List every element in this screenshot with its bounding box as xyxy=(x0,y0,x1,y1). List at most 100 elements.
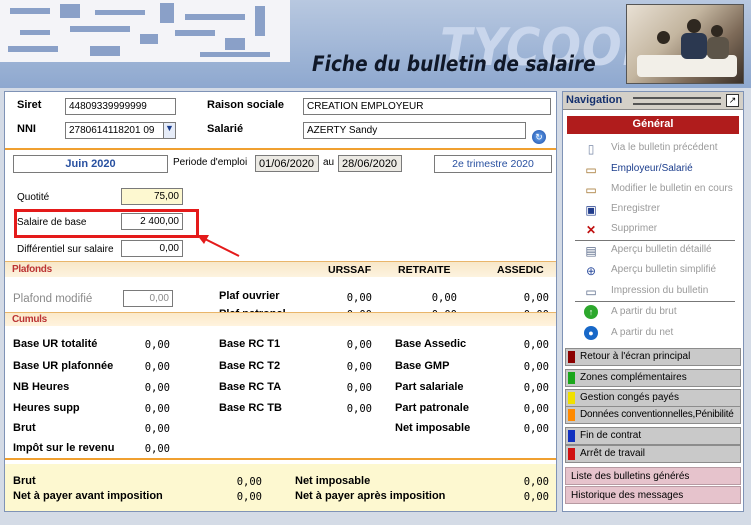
nav-item-supprimer[interactable]: Supprimer xyxy=(611,223,657,234)
nav-liste-bulletins[interactable]: Liste des bulletins générés xyxy=(565,467,741,485)
nav-item-apercu-simplifie[interactable]: Aperçu bulletin simplifié xyxy=(611,264,716,275)
cumul-label: Base RC TA xyxy=(219,381,282,393)
end-date-field[interactable]: 28/06/2020 xyxy=(338,155,402,172)
payslip-form: Siret 44809339999999 NNI 2780614118201 0… xyxy=(4,91,557,512)
nav-title: Navigation xyxy=(566,94,623,106)
total-brut-label: Brut xyxy=(13,475,36,487)
cumul-label: NB Heures xyxy=(13,381,70,393)
plaf-ouvrier-assedic: 0,00 xyxy=(523,292,549,304)
nav-item-employeur-salarie[interactable]: Employeur/Salarié xyxy=(611,163,693,174)
nav-item-impression[interactable]: Impression du bulletin xyxy=(611,285,708,296)
plaf-ouvrier-label: Plaf ouvrier xyxy=(219,290,280,302)
cumul-label: Base RC TB xyxy=(219,402,282,414)
net-avant-value: 0,00 xyxy=(236,491,262,503)
nni-field[interactable]: 2780614118201 09 xyxy=(65,122,164,139)
nav-item-partir-brut[interactable]: A partir du brut xyxy=(611,306,677,317)
cumul-label: Part salariale xyxy=(395,381,464,393)
cumul-label: Base Assedic xyxy=(395,338,467,350)
raison-label: Raison sociale xyxy=(207,99,285,111)
nav-item-enregistrer[interactable]: Enregistrer xyxy=(611,203,660,214)
plafonds-title: Plafonds xyxy=(12,264,52,275)
refresh-icon[interactable]: ↻ xyxy=(532,130,546,144)
expand-icon[interactable]: ↗ xyxy=(726,94,739,107)
net-apres-value: 0,00 xyxy=(523,491,549,503)
emploi-label: Periode d'emploi xyxy=(173,157,248,168)
cumul-value: 0,00 xyxy=(523,361,549,373)
cumul-value: 0,00 xyxy=(346,361,372,373)
cumul-value: 0,00 xyxy=(523,382,549,394)
header-photo xyxy=(626,4,744,84)
printer-icon: ▭ xyxy=(585,163,597,177)
nav-item-apercu-detaille[interactable]: Aperçu bulletin détaillé xyxy=(611,244,712,255)
zoom-icon: ⊕ xyxy=(585,264,597,278)
start-date-field[interactable]: 01/06/2020 xyxy=(255,155,319,172)
cumul-label: Impôt sur le revenu xyxy=(13,442,115,454)
differentiel-field[interactable]: 0,00 xyxy=(121,240,183,257)
cumul-value: 0,00 xyxy=(144,423,170,435)
quotite-field[interactable]: 75,00 xyxy=(121,188,183,205)
blue-circle-icon: ● xyxy=(584,326,598,340)
cumul-value: 0,00 xyxy=(346,403,372,415)
siret-field[interactable]: 44809339999999 xyxy=(65,98,176,115)
cumul-value: 0,00 xyxy=(144,403,170,415)
raison-field[interactable]: CREATION EMPLOYEUR xyxy=(303,98,551,115)
nav-group-donnees[interactable]: Données conventionnelles,Pénibilité xyxy=(565,406,741,424)
nav-group-zones[interactable]: Zones complémentaires xyxy=(565,369,741,387)
cumul-label: Base UR totalité xyxy=(13,338,98,350)
cumul-value: 0,00 xyxy=(144,382,170,394)
cumul-label: Net imposable xyxy=(395,422,471,434)
nav-group-retour[interactable]: Retour à l'écran principal xyxy=(565,348,741,366)
annotation-arrow-icon xyxy=(197,235,240,257)
page-title: Fiche du bulletin de salaire xyxy=(312,52,596,76)
net-avant-label: Net à payer avant imposition xyxy=(13,490,163,502)
cumul-value: 0,00 xyxy=(523,423,549,435)
nni-label: NNI xyxy=(17,123,36,135)
nav-item-partir-net[interactable]: A partir du net xyxy=(611,327,673,338)
plaf-ouvrier-retraite: 0,00 xyxy=(431,292,457,304)
salarie-field[interactable]: AZERTY Sandy xyxy=(303,122,526,139)
nav-historique-messages[interactable]: Historique des messages xyxy=(565,486,741,504)
totals-panel xyxy=(5,464,556,511)
cumuls-title: Cumuls xyxy=(12,314,47,325)
cumul-label: Heures supp xyxy=(13,402,80,414)
nav-group-conges[interactable]: Gestion congés payés xyxy=(565,389,741,407)
cumul-label: Part patronale xyxy=(395,402,469,414)
plafond-modifie-label: Plafond modifié xyxy=(13,293,93,305)
month-field[interactable]: Juin 2020 xyxy=(13,155,168,173)
divider xyxy=(5,458,556,460)
nni-dropdown-icon[interactable]: ▼ xyxy=(163,122,176,139)
retraite-header: RETRAITE xyxy=(398,264,451,276)
nav-group-fin-contrat[interactable]: Fin de contrat xyxy=(565,427,741,445)
printer-icon: ▭ xyxy=(585,285,597,299)
navigation-panel: Navigation ↗ Général ▯ Via le bulletin p… xyxy=(562,91,744,512)
app-header: TYCOON Fiche du bulletin de salaire xyxy=(0,0,751,88)
delete-icon: ✕ xyxy=(585,223,597,237)
plafonds-section: Plafonds xyxy=(5,261,556,277)
assedic-header: ASSEDIC xyxy=(497,264,544,276)
document-icon: ▯ xyxy=(587,142,595,156)
urssaf-header: URSSAF xyxy=(328,264,372,276)
nav-divider xyxy=(575,240,735,241)
nav-section-general: Général xyxy=(567,116,739,134)
nav-group-arret[interactable]: Arrêt de travail xyxy=(565,445,741,463)
nav-header: Navigation ↗ xyxy=(563,92,743,110)
printer-icon: ▭ xyxy=(585,183,597,197)
cumuls-section: Cumuls xyxy=(5,312,556,326)
cumul-value: 0,00 xyxy=(144,443,170,455)
quotite-label: Quotité xyxy=(17,192,50,203)
differentiel-label: Différentiel sur salaire xyxy=(17,244,114,255)
nav-grip xyxy=(633,97,721,105)
cumul-value: 0,00 xyxy=(346,339,372,351)
salarie-label: Salarié xyxy=(207,123,244,135)
trimestre-field: 2e trimestre 2020 xyxy=(434,155,552,173)
total-brut-value: 0,00 xyxy=(236,476,262,488)
total-net-imposable-value: 0,00 xyxy=(523,476,549,488)
plafond-modifie-field[interactable]: 0,00 xyxy=(123,290,173,307)
nav-item-bulletin-precedent[interactable]: Via le bulletin précédent xyxy=(611,142,718,153)
cumul-value: 0,00 xyxy=(346,382,372,394)
save-icon: ▣ xyxy=(585,203,597,217)
cumul-label: Brut xyxy=(13,422,36,434)
nav-item-modifier[interactable]: Modifier le bulletin en cours xyxy=(611,183,733,194)
cumul-value: 0,00 xyxy=(144,339,170,351)
plaf-ouvrier-urssaf: 0,00 xyxy=(346,292,372,304)
